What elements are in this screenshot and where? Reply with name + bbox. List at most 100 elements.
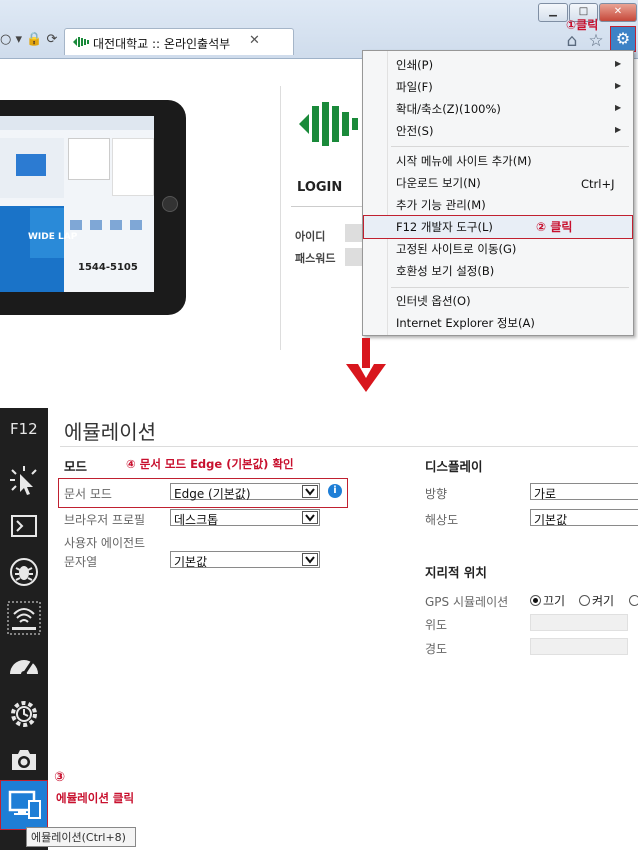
longitude-field[interactable] <box>530 638 628 655</box>
browser-profile-value: 데스크톱 <box>174 513 219 527</box>
tablet-home-button <box>162 196 178 212</box>
resolution-select[interactable]: 기본값 <box>530 509 638 527</box>
tablet-screen: ! WIDE LAP 1544-5105 <box>0 116 154 292</box>
id-label: 아이디 <box>295 230 326 243</box>
quick-icon <box>110 220 122 230</box>
annotation-step4: ④ 문서 모드 Edge (기본값) 확인 <box>126 457 294 471</box>
close-window-button[interactable]: ✕ <box>599 3 637 22</box>
submenu-arrow-icon: ▶ <box>615 81 622 90</box>
user-agent-label-line1: 사용자 에이전트 <box>64 536 146 550</box>
tablet-login-box <box>68 138 110 180</box>
menu-item-pinned-sites[interactable]: 고정된 사이트로 이동(G) <box>396 241 516 257</box>
tablet-header-bar <box>0 116 154 130</box>
menu-item-f12-developer-tools[interactable]: F12 개발자 도구(L) <box>396 219 493 235</box>
menu-item-safety[interactable]: 안전(S) <box>396 123 433 139</box>
debugger-bug-icon[interactable] <box>6 554 42 590</box>
login-divider <box>291 206 371 207</box>
tools-menu: 인쇄(P) ▶ 파일(F) ▶ 확대/축소(Z)(100%) ▶ 안전(S) ▶… <box>362 50 634 336</box>
browser-tab[interactable]: 대전대학교 :: 온라인출석부 ✕ <box>64 28 294 55</box>
console-icon[interactable] <box>6 508 42 544</box>
memory-icon[interactable] <box>6 696 42 732</box>
f12-devtools-panel: F12 에뮬레이션(Ctrl+8) ③ 에뮬레이션 클릭 에뮬레이션 모드 ④ … <box>0 408 638 850</box>
submenu-arrow-icon: ▶ <box>615 59 622 68</box>
downloads-shortcut: Ctrl+J <box>581 177 615 191</box>
annotation-step3: 에뮬레이션 클릭 <box>56 791 135 805</box>
chevron-down-icon <box>302 553 318 566</box>
longitude-label: 경도 <box>425 642 448 656</box>
address-bar-icons[interactable]: ○ ▾ 🔒 ⟳ <box>0 30 64 50</box>
minimize-button[interactable]: ▁ <box>538 3 568 22</box>
emulation-tooltip: 에뮬레이션(Ctrl+8) <box>26 827 136 847</box>
gps-off-radio[interactable] <box>530 595 541 606</box>
menu-item-compat-view[interactable]: 호환성 보기 설정(B) <box>396 263 494 279</box>
menu-item-print[interactable]: 인쇄(P) <box>396 57 433 73</box>
user-agent-select[interactable]: 기본값 <box>170 551 320 569</box>
menu-item-file[interactable]: 파일(F) <box>396 79 433 95</box>
browser-profile-select[interactable]: 데스크톱 <box>170 509 320 527</box>
ui-responsiveness-icon[interactable] <box>6 648 42 684</box>
menu-item-add-site-to-start[interactable]: 시작 메뉴에 사이트 추가(M) <box>396 153 532 169</box>
gps-simulation-label: GPS 시뮬레이션 <box>425 595 509 609</box>
home-icon[interactable]: ⌂ <box>561 30 583 52</box>
tablet-quick-icons <box>70 220 150 250</box>
orientation-select[interactable]: 가로 <box>530 483 638 501</box>
devtools-sidebar: F12 <box>0 408 48 850</box>
mode-heading: 모드 <box>64 459 88 474</box>
dom-explorer-icon[interactable] <box>6 462 42 498</box>
network-icon[interactable] <box>6 600 42 636</box>
browser-profile-label: 브라우저 프로필 <box>64 513 146 527</box>
gps-on-radio[interactable] <box>579 595 590 606</box>
submenu-arrow-icon: ▶ <box>615 125 622 134</box>
submenu-arrow-icon: ▶ <box>615 103 622 112</box>
browser-window: ▁ □ ✕ ○ ▾ 🔒 ⟳ 대전대학교 :: 온라인출석부 ✕ ⌂ ☆ ⚙ ①클… <box>0 0 638 350</box>
favorites-star-icon[interactable]: ☆ <box>585 30 607 52</box>
down-arrow-icon <box>346 338 386 392</box>
gps-third-radio[interactable] <box>629 595 638 606</box>
tablet-image: ! WIDE LAP 1544-5105 <box>0 100 186 315</box>
info-icon[interactable]: i <box>328 484 342 498</box>
emulation-title: 에뮬레이션 <box>64 420 156 444</box>
camera-icon[interactable] <box>6 742 42 778</box>
orientation-label: 방향 <box>425 487 448 501</box>
menu-item-internet-options[interactable]: 인터넷 옵션(O) <box>396 293 471 309</box>
latitude-field[interactable] <box>530 614 628 631</box>
password-label: 패스워드 <box>295 252 336 265</box>
tools-gear-button[interactable]: ⚙ <box>610 26 636 52</box>
menu-item-manage-addons[interactable]: 추가 기능 관리(M) <box>396 197 486 213</box>
menu-item-view-downloads[interactable]: 다운로드 보기(N) <box>396 175 481 191</box>
tablet-phone: 1544-5105 <box>78 262 138 273</box>
emulation-tab-button[interactable] <box>0 780 48 830</box>
gear-icon: ⚙ <box>615 29 631 48</box>
chevron-down-icon <box>302 511 318 524</box>
resolution-label: 해상도 <box>425 513 459 527</box>
latitude-label: 위도 <box>425 618 448 632</box>
gps-off-label: 끄기 <box>543 594 566 608</box>
menu-item-zoom[interactable]: 확대/축소(Z)(100%) <box>396 101 501 117</box>
doc-mode-select[interactable]: Edge (기본값) <box>170 483 320 501</box>
gps-on-label: 켜기 <box>592 594 615 608</box>
annotation-step3-number: ③ <box>54 770 66 785</box>
display-heading: 디스플레이 <box>425 459 483 474</box>
university-logo-icon <box>299 102 358 146</box>
user-agent-label-line2: 문자열 <box>64 555 98 569</box>
annotation-step1: ①클릭 <box>566 18 599 32</box>
annotation-step2: ② 클릭 <box>536 220 573 234</box>
login-title: LOGIN <box>297 180 343 195</box>
tablet-hero-device <box>16 154 46 176</box>
menu-separator <box>391 146 629 147</box>
resolution-value: 기본값 <box>534 513 568 527</box>
menu-separator <box>391 287 629 288</box>
f12-label: F12 <box>10 420 38 438</box>
quick-icon <box>90 220 102 230</box>
quick-icon <box>130 220 142 230</box>
title-divider <box>60 446 638 447</box>
chevron-down-icon <box>302 485 318 498</box>
tab-close-icon[interactable]: ✕ <box>249 33 260 48</box>
user-agent-value: 기본값 <box>174 555 208 569</box>
menu-item-about-ie[interactable]: Internet Explorer 정보(A) <box>396 315 535 331</box>
quick-icon <box>70 220 82 230</box>
geolocation-heading: 지리적 위치 <box>425 565 487 580</box>
emulation-devices-icon <box>8 790 41 819</box>
site-favicon-icon <box>73 37 89 47</box>
menu-gutter <box>387 51 388 335</box>
